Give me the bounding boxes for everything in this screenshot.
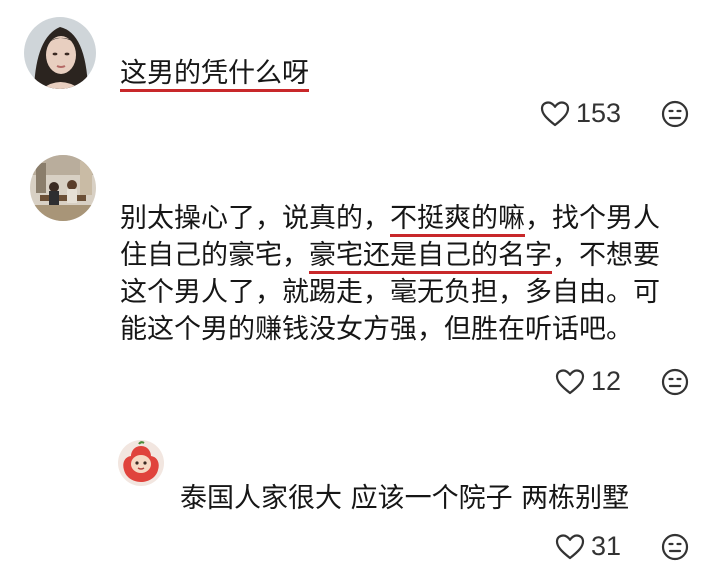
- avatar-image: [24, 17, 96, 89]
- neutral-face-icon: [661, 533, 689, 560]
- underlined-text: 豪宅还是自己的名字: [309, 240, 552, 271]
- like-count: 31: [591, 531, 622, 561]
- like-button[interactable]: 12: [555, 366, 621, 397]
- avatar[interactable]: [118, 440, 164, 486]
- comment-actions: 153: [540, 98, 689, 129]
- comment-text: 泰国人家很大 应该一个院子 两栋别墅: [180, 480, 629, 517]
- comment-line: 别太操心了，说真的，不挺爽的嘛，找个男人: [120, 200, 660, 237]
- comment-text: 别太操心了，说真的，不挺爽的嘛，找个男人 住自己的豪宅，豪宅还是自己的名字，不想要…: [120, 200, 660, 348]
- text-segment: ，不想要: [552, 240, 660, 271]
- avatar[interactable]: [30, 155, 96, 221]
- text-segment: 这个男人了，就踢走，毫无负担，多自由。可: [120, 277, 660, 308]
- underlined-text: 这男的凭什么呀: [120, 58, 309, 89]
- text-segment: 泰国人家很大 应该一个院子 两栋别墅: [180, 483, 630, 514]
- like-count: 12: [591, 366, 622, 396]
- comment-actions: 12: [555, 366, 689, 397]
- text-segment: 别太操心了，说真的，: [120, 203, 390, 234]
- neutral-face-icon: [661, 368, 689, 395]
- dislike-button[interactable]: [661, 100, 689, 128]
- heart-outline-icon: [540, 100, 570, 126]
- like-count: 153: [576, 98, 622, 128]
- text-segment: 能这个男的赚钱没女方强，但胜在听话吧。: [120, 314, 633, 345]
- dislike-button[interactable]: [661, 533, 689, 561]
- comment-text: 这男的凭什么呀: [120, 55, 309, 92]
- comment-line: 这个男人了，就踢走，毫无负担，多自由。可: [120, 274, 660, 311]
- dislike-button[interactable]: [661, 368, 689, 396]
- comment-line: 能这个男的赚钱没女方强，但胜在听话吧。: [120, 311, 660, 348]
- heart-outline-icon: [555, 533, 585, 559]
- neutral-face-icon: [661, 100, 689, 127]
- like-button[interactable]: 31: [555, 531, 621, 562]
- text-segment: ，找个男人: [525, 203, 660, 234]
- underlined-text: 不挺爽的嘛: [390, 203, 525, 234]
- comment-line: 住自己的豪宅，豪宅还是自己的名字，不想要: [120, 237, 660, 274]
- heart-outline-icon: [555, 368, 585, 394]
- avatar-image: [118, 440, 164, 486]
- avatar-image: [30, 155, 96, 221]
- avatar[interactable]: [24, 17, 96, 89]
- text-segment: 住自己的豪宅，: [120, 240, 309, 271]
- comment-actions: 31: [555, 531, 689, 562]
- like-button[interactable]: 153: [540, 98, 621, 129]
